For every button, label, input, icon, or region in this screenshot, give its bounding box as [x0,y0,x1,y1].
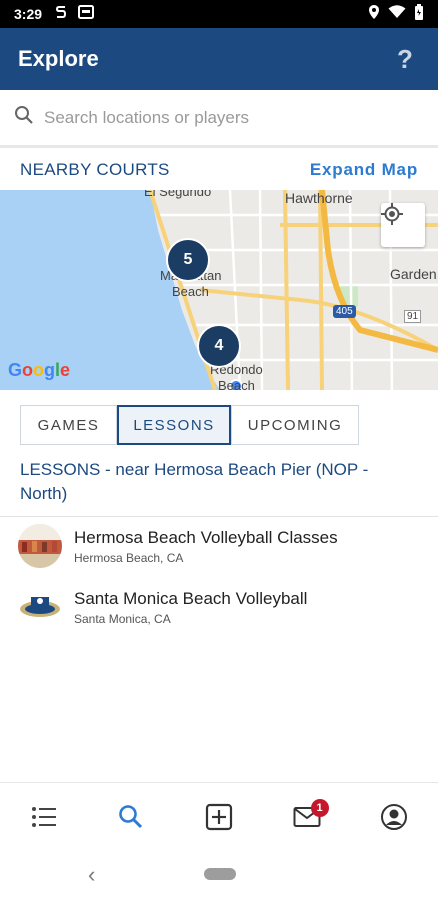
tab-lessons[interactable]: LESSONS [117,405,231,445]
battery-icon [414,3,424,25]
search-input[interactable] [44,107,404,128]
nav-search-button[interactable] [106,792,156,842]
lessons-heading: LESSONS - near Hermosa Beach Pier (NOP -… [20,460,369,503]
status-time: 3:29 [14,6,43,22]
system-back-button[interactable]: ‹ [88,862,95,888]
nearby-header: NEARBY COURTS Expand Map [0,150,438,190]
nav-messages-button[interactable]: 1 [282,792,332,842]
map-cluster-marker[interactable]: 5 [166,238,210,282]
nav-add-button[interactable] [194,792,244,842]
map-label-redondo-beach: Beach [218,378,255,390]
lesson-title: Hermosa Beach Volleyball Classes [74,527,338,547]
map-label-r91: 91 [404,310,422,323]
nav-profile-button[interactable] [369,792,419,842]
s-app-icon [54,4,68,25]
search-bar [0,90,438,148]
page-title: Explore [18,46,99,71]
profile-icon [381,803,408,830]
app-bar: Explore ? [0,28,438,90]
tab-games[interactable]: GAMES [20,405,117,445]
status-bar: 3:29 [0,0,438,28]
map-label-gardena: Garden [390,266,437,282]
club-logo-icon [18,585,62,629]
lesson-location: Hermosa Beach, CA [74,550,184,565]
segment-tabs: GAMES LESSONS UPCOMING [20,405,359,445]
map-label-el-segundo: El Segundo [144,190,212,199]
google-logo: Google [8,360,71,380]
tab-upcoming[interactable]: UPCOMING [231,405,359,445]
list-item[interactable]: Hermosa Beach Volleyball Classes Hermosa… [0,517,438,575]
list-icon [31,806,56,827]
group-photo-icon [18,524,62,568]
help-button[interactable]: ? [390,44,420,75]
map-label-hawthorne: Hawthorne [285,190,353,206]
unread-badge: 1 [310,798,329,817]
search-icon [119,804,143,828]
lesson-title: Santa Monica Beach Volleyball [74,588,308,608]
bottom-navigation: 1 [0,782,438,850]
nearby-courts-title: NEARBY COURTS [20,160,170,179]
lesson-location: Santa Monica, CA [74,611,171,626]
my-location-button[interactable] [381,203,425,247]
map-label-i405: 405 [333,305,356,318]
expand-map-link[interactable]: Expand Map [310,160,418,180]
card-app-icon [78,4,95,24]
search-icon [14,105,34,130]
wifi-icon [388,4,406,24]
map-view[interactable]: El Segundo Hawthorne Garden Manhattan Be… [0,190,438,390]
list-item[interactable]: Santa Monica Beach Volleyball Santa Moni… [0,578,438,636]
map-label-beach: Beach [172,284,209,299]
nav-list-button[interactable] [19,792,69,842]
add-box-icon [205,803,233,830]
location-icon [368,4,380,25]
system-navigation: ‹ [0,850,438,900]
system-home-button[interactable] [204,868,236,880]
crosshair-icon [381,203,403,225]
map-cluster-marker[interactable]: 4 [197,324,241,368]
